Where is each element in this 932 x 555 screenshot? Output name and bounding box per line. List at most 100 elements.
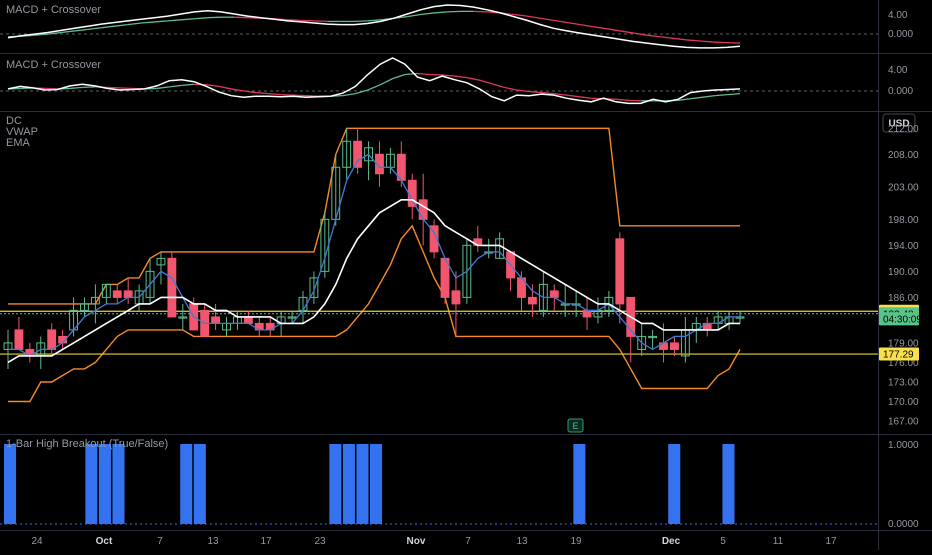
macd-signal-segment <box>646 34 661 38</box>
candle-body[interactable] <box>211 316 221 324</box>
breakout-bar <box>193 444 206 524</box>
price-tick-label: 203.00 <box>888 182 919 193</box>
macd-signal-segment <box>628 99 641 102</box>
earnings-marker[interactable]: E <box>567 418 584 433</box>
breakout-bar <box>573 444 586 524</box>
macd-signal-segment <box>392 73 406 80</box>
candle-body[interactable] <box>353 140 363 168</box>
time-axis-label: 5 <box>720 536 726 547</box>
candle-body[interactable] <box>549 290 559 298</box>
breakout-pane[interactable] <box>0 444 878 525</box>
macd-signal-segment <box>466 76 480 81</box>
macd-signal-segment <box>713 41 727 44</box>
macd-signal-segment <box>314 20 328 23</box>
macd-signal-segment <box>293 94 306 97</box>
macd-signal-segment <box>540 17 554 21</box>
macd-signal-segment <box>593 26 608 30</box>
macd-signal-segment <box>231 88 244 92</box>
macd-signal-segment <box>119 87 133 90</box>
macd-signal-segment <box>727 92 741 96</box>
time-axis[interactable]: 24 Oct 7 13 17 23 Nov 7 13 19 Dec 5 11 17 <box>31 536 837 547</box>
time-axis-label: 7 <box>465 536 471 547</box>
candle-body[interactable] <box>167 257 177 318</box>
price-pane[interactable] <box>0 127 878 403</box>
macd-signal-segment <box>154 20 168 23</box>
candle-body[interactable] <box>527 296 537 305</box>
macd-signal-segment <box>280 93 294 96</box>
macd-signal-segment <box>367 19 381 22</box>
indicator-label-ema: EMA <box>6 137 31 149</box>
macd-signal-segment <box>686 39 701 42</box>
price-tick-label: 194.00 <box>888 241 919 252</box>
candle-body[interactable] <box>582 309 592 318</box>
macd-pane-1-tick-zero: 0.000 <box>888 29 913 40</box>
macd-signal-segment <box>566 94 579 98</box>
macd-signal-segment <box>180 18 195 21</box>
macd-signal-segment <box>407 13 421 18</box>
macd-signal-segment <box>169 84 182 88</box>
macd-signal-segment <box>218 85 232 90</box>
candle-body[interactable] <box>243 316 253 324</box>
candle-body[interactable] <box>112 290 122 298</box>
macd-signal-segment <box>660 36 674 39</box>
macd-signal-segment <box>529 90 542 94</box>
candle-body[interactable] <box>14 329 24 350</box>
macd-pane-2-tick-high: 4.00 <box>888 65 908 76</box>
macd-signal-segment <box>620 30 634 34</box>
macd-signal-segment <box>354 20 368 23</box>
breakout-bar <box>370 444 383 524</box>
macd-signal-segment <box>74 28 88 32</box>
candle-body[interactable] <box>123 290 133 298</box>
candle-body[interactable] <box>615 238 625 305</box>
macd-signal-segment <box>207 16 221 19</box>
macd-signal-segment <box>156 86 170 90</box>
chart-svg[interactable]: MACD + Crossover 4.00 0.000 MACD + Cross… <box>0 0 932 550</box>
time-axis-label: Nov <box>407 536 426 547</box>
time-axis-label: 11 <box>773 536 784 547</box>
candle-body[interactable] <box>47 329 57 350</box>
candle-body[interactable] <box>407 179 417 207</box>
macd-signal-segment <box>454 75 468 79</box>
price-tick-label: 212.00 <box>888 124 919 135</box>
price-axis[interactable]: 212.00 208.00 203.00 198.00 194.00 190.00 186.… <box>888 124 919 428</box>
time-axis-label: 13 <box>207 536 219 547</box>
macd-signal-segment <box>513 13 528 17</box>
macd-signal-segment <box>566 21 581 26</box>
macd-signal-segment <box>101 25 115 29</box>
macd-signal-segment <box>715 93 728 97</box>
macd-signal-segment <box>420 12 434 16</box>
macd-signal-segment <box>256 91 269 95</box>
time-axis-label: 24 <box>31 536 43 547</box>
macd-signal-segment <box>541 91 554 95</box>
macd-line <box>7 4 741 49</box>
price-tick-label: 186.00 <box>888 293 919 304</box>
breakout-tick-low: 0.0000 <box>888 519 919 530</box>
price-badges: 183.87183.4804:30:09177.29 <box>879 304 922 361</box>
macd-signal-segment <box>114 23 128 27</box>
macd-signal-segment <box>504 86 517 91</box>
price-tick-label: 170.00 <box>888 397 919 408</box>
breakout-bar <box>112 444 125 524</box>
macd-signal-segment <box>491 83 505 89</box>
chart-window: MACD + Crossover 4.00 0.000 MACD + Cross… <box>0 0 932 550</box>
macd-signal-segment <box>206 84 219 88</box>
macd-pane-2[interactable] <box>0 57 878 105</box>
macd-pane-2-title: MACD + Crossover <box>6 59 101 71</box>
breakout-bar <box>342 444 355 524</box>
macd-signal-segment <box>433 11 448 14</box>
breakout-bar <box>85 444 98 524</box>
macd-signal-segment <box>300 19 315 22</box>
macd-pane-1-tick-high: 4.00 <box>888 10 908 21</box>
breakout-bar <box>4 444 17 524</box>
price-tick-label: 208.00 <box>888 150 919 161</box>
candle-body[interactable] <box>451 290 461 305</box>
macd-signal-segment <box>234 16 248 19</box>
candle-body[interactable] <box>670 342 679 350</box>
time-axis-label: Oct <box>96 536 113 547</box>
macd-pane-1[interactable] <box>0 4 878 49</box>
macd-signal-segment <box>702 95 716 98</box>
macd-signal-segment <box>287 19 301 22</box>
macd-signal-segment <box>615 98 629 101</box>
candle-body[interactable] <box>418 199 428 220</box>
macd-signal-segment <box>417 72 430 76</box>
